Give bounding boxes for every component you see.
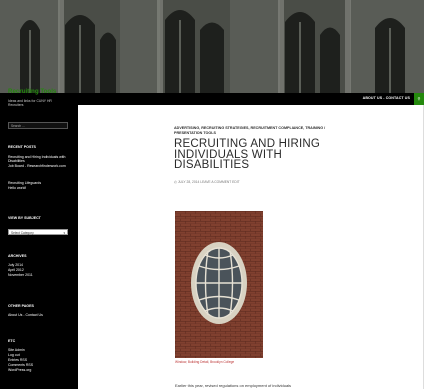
post-excerpt: Earlier this year, revised regulations o… (175, 383, 292, 388)
search-icon[interactable]: ⚲ (414, 93, 424, 105)
category-select[interactable]: Select Category ▾ (8, 229, 68, 235)
etc-link[interactable]: Site Admin (8, 348, 70, 352)
nav-links[interactable]: ABOUT US - CONTACT US (363, 96, 410, 100)
site-description: Ideas and links for CUNY HR Recruiters (8, 99, 52, 108)
recent-post-link[interactable]: Recruiting Lifeguards (8, 181, 70, 185)
sidebar (0, 93, 78, 389)
post-image[interactable] (175, 211, 263, 358)
category-select-label: Select Category (11, 231, 34, 235)
post-categories[interactable]: ADVERTISING, RECRUITING STRATEGIES, RECR… (174, 126, 344, 135)
etc-heading: ETC (8, 339, 16, 343)
recent-post-link[interactable]: Recruiting and Hiring Individuals with D… (8, 155, 70, 164)
other-page-link[interactable]: About Us - Contact Us (8, 313, 70, 317)
header-image (0, 0, 424, 93)
other-pages-heading: OTHER PAGES (8, 304, 34, 308)
post-title[interactable]: RECRUITING AND HIRING INDIVIDUALS WITH D… (174, 138, 344, 171)
post-meta: ◴ JULY 28, 2014 LEAVE A COMMENT EDIT (174, 180, 240, 184)
etc-link[interactable]: Entries RSS (8, 358, 70, 362)
recent-post-link[interactable]: Job Board - Researchfinderwork.com (8, 164, 70, 168)
archive-link[interactable]: November 2011 (8, 273, 70, 277)
recent-posts-heading: RECENT POSTS (8, 145, 36, 149)
archive-link[interactable]: July 2014 (8, 263, 70, 267)
clock-icon: ◴ (174, 180, 177, 184)
search-input[interactable]: Search ... (8, 122, 68, 129)
etc-link[interactable]: Log out (8, 353, 70, 357)
etc-link[interactable]: Comments RSS (8, 363, 70, 367)
image-caption: Window, Building Detail, Brooklyn Colleg… (175, 360, 235, 364)
archives-heading: ARCHIVES (8, 254, 27, 258)
recent-post-link[interactable]: Hello world! (8, 186, 70, 190)
etc-link[interactable]: WordPress.org (8, 368, 70, 372)
archive-link[interactable]: April 2012 (8, 268, 70, 272)
main-content: ADVERTISING, RECRUITING STRATEGIES, RECR… (78, 105, 424, 389)
chevron-down-icon: ▾ (63, 231, 65, 235)
top-nav-bar: ABOUT US - CONTACT US ⚲ (78, 93, 424, 105)
site-title[interactable]: Recruiting Tools (8, 88, 56, 95)
view-by-subject-heading: VIEW BY SUBJECT (8, 216, 41, 220)
post-meta-text[interactable]: JULY 28, 2014 LEAVE A COMMENT EDIT (178, 180, 240, 184)
